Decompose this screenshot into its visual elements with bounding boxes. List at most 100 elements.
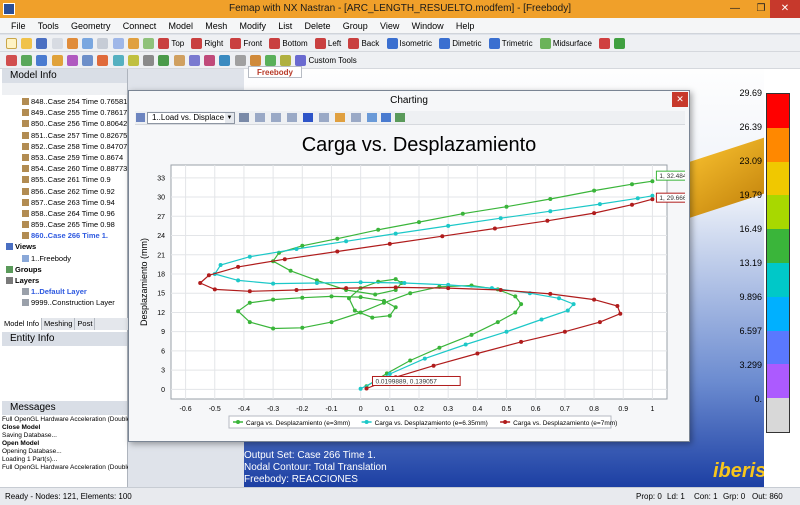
menu-group[interactable]: Group	[338, 18, 373, 34]
tree-item[interactable]: 856..Case 262 Time 0.92	[2, 186, 128, 197]
view-dimetric-button[interactable]: Dimetric	[452, 35, 481, 51]
tree-item[interactable]: 1..Freebody	[2, 253, 128, 264]
chart-color-icon[interactable]	[335, 113, 345, 122]
view-right-icon[interactable]	[191, 38, 203, 49]
analysis-icon[interactable]	[97, 55, 109, 66]
tree-item-layers[interactable]: Layers	[2, 275, 128, 286]
menu-modify[interactable]: Modify	[235, 18, 272, 34]
chart-axis-icon[interactable]	[255, 113, 265, 122]
save-icon[interactable]	[36, 38, 48, 49]
custom-tools-button[interactable]: Custom Tools	[308, 52, 356, 68]
group-icon[interactable]	[158, 55, 170, 66]
entity-display-icon[interactable]	[143, 55, 155, 66]
undo-icon[interactable]	[66, 38, 78, 49]
close-button[interactable]: ✕	[770, 0, 800, 18]
chevron-down-icon[interactable]: ▼	[225, 113, 234, 123]
menu-model[interactable]: Model	[164, 18, 199, 34]
chart-legend-icon[interactable]	[287, 113, 297, 122]
menu-help[interactable]: Help	[451, 18, 480, 34]
tree-item-selected[interactable]: 860..Case 266 Time 1.	[2, 230, 128, 241]
tab-freebody[interactable]: Freebody	[248, 66, 303, 78]
view-top-icon[interactable]	[158, 38, 170, 49]
menu-tools[interactable]: Tools	[33, 18, 64, 34]
tree-item[interactable]: 859..Case 265 Time 0.98	[2, 219, 128, 230]
chart-line-icon[interactable]	[319, 113, 329, 122]
view-isometric-button[interactable]: Isometric	[400, 35, 432, 51]
open-folder-icon[interactable]	[21, 38, 33, 49]
geometry-tool-icon[interactable]	[599, 38, 611, 49]
tree-item[interactable]: 849..Case 255 Time 0.78617	[2, 107, 128, 118]
tree-item[interactable]: 848..Case 254 Time 0.76581	[2, 96, 128, 107]
property-icon[interactable]	[82, 55, 94, 66]
menu-delete[interactable]: Delete	[300, 18, 336, 34]
tree-item[interactable]: 857..Case 263 Time 0.94	[2, 197, 128, 208]
tree-item[interactable]: 851..Case 257 Time 0.82675	[2, 130, 128, 141]
view-back-icon[interactable]	[348, 38, 360, 49]
view-top-button[interactable]: Top	[171, 35, 184, 51]
view-right-button[interactable]: Right	[204, 35, 223, 51]
contour-icon[interactable]	[112, 55, 124, 66]
chart-menu-icon[interactable]	[136, 113, 145, 122]
tree-item[interactable]: 9999..Construction Layer	[2, 297, 128, 308]
menu-view[interactable]: View	[375, 18, 404, 34]
deform-icon[interactable]	[127, 55, 139, 66]
chart-title-icon[interactable]	[271, 113, 281, 122]
chart-selector[interactable]: 1..Load vs. Displace ▼	[147, 112, 235, 124]
tree-item[interactable]: 852..Case 258 Time 0.84707	[2, 141, 128, 152]
view-dimetric-icon[interactable]	[439, 38, 451, 49]
midsurface-icon[interactable]	[539, 38, 551, 49]
load-icon[interactable]	[51, 55, 63, 66]
pan-icon[interactable]	[112, 38, 124, 49]
zoom-icon[interactable]	[97, 38, 109, 49]
tab-model-info[interactable]: Model Info	[2, 318, 43, 330]
snap-icon[interactable]	[204, 55, 216, 66]
view-back-button[interactable]: Back	[361, 35, 379, 51]
tree-item[interactable]: 855..Case 261 Time 0.9	[2, 174, 128, 185]
menu-connect[interactable]: Connect	[118, 18, 162, 34]
tree-item-default-layer[interactable]: 1..Default Layer	[2, 286, 128, 297]
layer-checkbox-icon[interactable]	[22, 299, 29, 307]
view-bottom-icon[interactable]	[269, 38, 281, 49]
freebody-icon[interactable]	[249, 55, 261, 66]
custom-tools-icon[interactable]	[295, 55, 307, 66]
element-icon[interactable]	[36, 55, 48, 66]
midsurface-button[interactable]: Midsurface	[553, 35, 592, 51]
new-file-icon[interactable]	[6, 38, 17, 49]
view-left-button[interactable]: Left	[328, 35, 341, 51]
menu-geometry[interactable]: Geometry	[66, 18, 116, 34]
menu-window[interactable]: Window	[407, 18, 449, 34]
chart-style-icon[interactable]	[239, 113, 249, 122]
menu-file[interactable]: File	[6, 18, 31, 34]
tree-item[interactable]: 858..Case 264 Time 0.96	[2, 208, 128, 219]
measure-icon[interactable]	[219, 55, 231, 66]
chart-export-icon[interactable]	[395, 113, 405, 122]
tree-item-groups[interactable]: Groups	[2, 264, 128, 275]
view-front-icon[interactable]	[230, 38, 242, 49]
view-left-icon[interactable]	[314, 38, 326, 49]
node-icon[interactable]	[21, 55, 33, 66]
tab-post[interactable]: Post	[75, 318, 96, 330]
chart-icon[interactable]	[264, 55, 276, 66]
view-front-button[interactable]: Front	[243, 35, 262, 51]
view-trimetric-icon[interactable]	[488, 38, 500, 49]
tab-meshing[interactable]: Meshing	[42, 318, 76, 330]
minimize-button[interactable]: —	[722, 0, 748, 18]
redo-icon[interactable]	[82, 38, 94, 49]
print-icon[interactable]	[51, 38, 63, 49]
workplane-icon[interactable]	[188, 55, 200, 66]
layer-checkbox-icon[interactable]	[22, 288, 29, 296]
chart-grid-icon[interactable]	[351, 113, 361, 122]
menu-list[interactable]: List	[273, 18, 297, 34]
chart-copy-icon[interactable]	[367, 113, 377, 122]
tree-item[interactable]: 850..Case 256 Time 0.80642	[2, 118, 128, 129]
charting-close-button[interactable]: ✕	[672, 92, 688, 107]
layer-icon[interactable]	[173, 55, 185, 66]
chart-data-icon[interactable]	[381, 113, 391, 122]
tree-item[interactable]: 854..Case 260 Time 0.88773	[2, 163, 128, 174]
constraint-icon[interactable]	[66, 55, 78, 66]
autoscale-icon[interactable]	[143, 38, 155, 49]
render-icon[interactable]	[234, 55, 246, 66]
view-bottom-button[interactable]: Bottom	[282, 35, 307, 51]
view-trimetric-button[interactable]: Trimetric	[502, 35, 533, 51]
chart-marker-icon[interactable]	[303, 113, 313, 122]
